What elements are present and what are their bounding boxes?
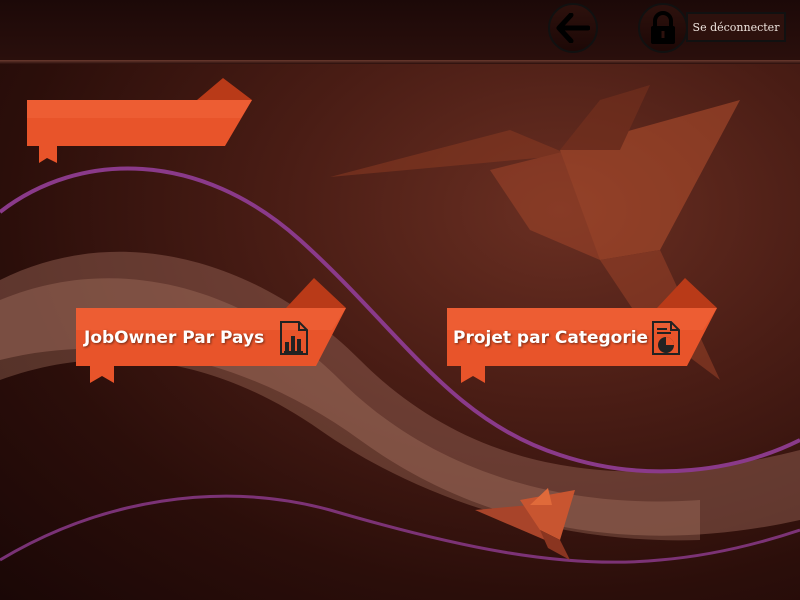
pie-chart-document-icon [652,321,680,355]
lock-icon [651,11,675,44]
logout-button[interactable]: Se déconnecter [686,12,786,42]
jobowner-par-pays-button[interactable]: JobOwner Par Pays [76,278,348,383]
jobowner-par-pays-label: JobOwner Par Pays [84,328,265,348]
projet-par-categorie-button[interactable]: Projet par Categorie [447,278,719,383]
arrow-left-icon [556,13,590,43]
projet-par-categorie-label: Projet par Categorie [453,328,649,348]
logout-lock-button[interactable] [638,3,688,53]
logout-label: Se déconnecter [692,20,780,34]
top-bar-divider [0,60,800,64]
title-ribbon [27,78,255,168]
bar-chart-document-icon [280,321,308,355]
ribbon-shape [27,78,252,163]
back-button[interactable] [548,3,598,53]
